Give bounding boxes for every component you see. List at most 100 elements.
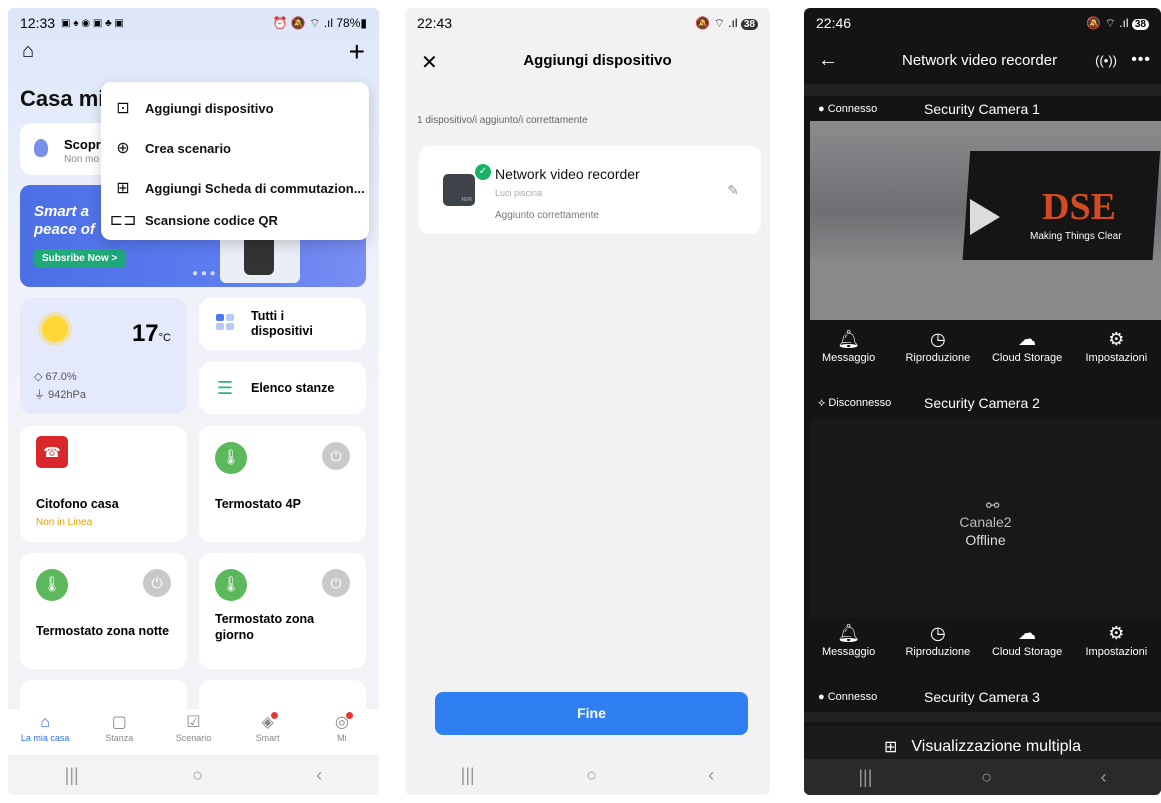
weather-card[interactable]: 17°C ◇ 67.0% ⏚ 942hPa bbox=[20, 298, 187, 414]
signal-icon[interactable]: ((•)) bbox=[1095, 53, 1117, 68]
bell-icon: 🔔︎ bbox=[837, 623, 861, 643]
tab-me[interactable]: ◎ Mi bbox=[312, 712, 372, 743]
recent-apps-button[interactable]: ||| bbox=[461, 765, 475, 786]
playback-button[interactable]: ◷ Riproduzione bbox=[895, 326, 980, 380]
home-button[interactable]: ○ bbox=[586, 765, 597, 786]
recent-apps-button[interactable]: ||| bbox=[65, 765, 79, 786]
camera-header-2: ⟡ Disconnesso Security Camera 2 bbox=[804, 390, 1161, 416]
more-icon[interactable]: ••• bbox=[1131, 51, 1151, 69]
camera-feed-1[interactable]: DSE Making Things Clear bbox=[810, 121, 1161, 320]
device-card-thermostat-day[interactable]: 🌡 ⏻ Termostato zona giorno bbox=[199, 553, 366, 669]
menu-label: Aggiungi Scheda di commutazion... bbox=[145, 180, 365, 196]
feed-tagline: Making Things Clear bbox=[1030, 231, 1122, 242]
broken-link-icon: ⚯ bbox=[986, 498, 1000, 515]
home-button[interactable]: ○ bbox=[981, 767, 992, 788]
phone-add-device-screen: 22:43 🔕 ⌔ .ıl 38 ✕ Aggiungi dispositivo … bbox=[405, 8, 770, 795]
added-count-text: 1 dispositivo/i aggiunto/i correttamente bbox=[417, 115, 588, 126]
profile-icon: ◎ bbox=[335, 712, 353, 733]
home-icon: ⌂ bbox=[40, 714, 50, 731]
playback-icon: ◷ bbox=[930, 329, 946, 349]
home-icon[interactable]: ⌂ bbox=[22, 40, 34, 63]
messages-button[interactable]: 🔔︎ Messaggio bbox=[806, 326, 891, 380]
status-time: 22:43 bbox=[417, 15, 453, 31]
thermostat-icon: 🌡 bbox=[215, 442, 247, 474]
back-button[interactable]: ‹ bbox=[316, 765, 322, 786]
tab-smart[interactable]: ◈ Smart bbox=[238, 712, 298, 743]
camera-status: ● Connesso bbox=[818, 691, 878, 703]
cloud-storage-button[interactable]: ☁︎ Cloud Storage bbox=[985, 326, 1070, 380]
settings-button[interactable]: ⚙ Impostazioni bbox=[1074, 620, 1159, 674]
camera-header-3: ● Connesso Security Camera 3 bbox=[804, 684, 1161, 710]
menu-add-device[interactable]: ⊡ Aggiungi dispositivo bbox=[101, 88, 369, 128]
add-switch-icon: ⊞ bbox=[116, 180, 130, 197]
camera-status: ⟡ Disconnesso bbox=[818, 396, 892, 409]
rooms-list-card[interactable]: ☰ Elenco stanze bbox=[199, 362, 366, 414]
page-title: Aggiungi dispositivo bbox=[523, 52, 672, 69]
play-icon[interactable] bbox=[970, 199, 1000, 235]
nvr-device-icon: NVR bbox=[443, 174, 475, 206]
tab-room[interactable]: ▢ Stanza bbox=[89, 713, 149, 743]
menu-label: Aggiungi dispositivo bbox=[145, 100, 274, 116]
multi-view-label: Visualizzazione multipla bbox=[911, 738, 1081, 755]
playback-icon: ◷ bbox=[930, 623, 946, 643]
camera-actions-2: 🔔︎ Messaggio ◷ Riproduzione ☁︎ Cloud Storag… bbox=[804, 620, 1161, 674]
messages-button[interactable]: 🔔︎ Messaggio bbox=[806, 620, 891, 674]
done-button[interactable]: Fine bbox=[435, 692, 748, 735]
subscribe-button[interactable]: Subsribe Now > bbox=[34, 249, 126, 268]
temperature: 17°C bbox=[131, 320, 171, 347]
feed-desk bbox=[810, 260, 1161, 320]
discover-title: Scopr bbox=[64, 137, 101, 152]
status-bar: 12:33 ▣ ♠ ◉ ▣ ♣ ▣ ⏰ 🔕 ⌔ .ıl 78%▮ bbox=[8, 8, 379, 38]
camera-actions-1: 🔔︎ Messaggio ◷ Riproduzione ☁︎ Cloud Storag… bbox=[804, 326, 1161, 380]
thermostat-icon: 🌡 bbox=[215, 569, 247, 601]
tab-scenario[interactable]: ☑ Scenario bbox=[163, 713, 223, 743]
divider bbox=[804, 84, 1161, 96]
power-icon[interactable]: ⏻ bbox=[322, 442, 350, 470]
device-added-status: Aggiunto correttamente bbox=[495, 210, 599, 221]
back-button[interactable]: ‹ bbox=[708, 765, 714, 786]
home-title[interactable]: Casa mi bbox=[20, 86, 104, 112]
camera-feed-2[interactable]: ⚯ Canale2 Offline bbox=[810, 418, 1161, 618]
menu-label: Scansione codice QR bbox=[145, 212, 278, 228]
back-button[interactable]: ‹ bbox=[1101, 767, 1107, 788]
device-name: Network video recorder bbox=[495, 166, 640, 182]
phone-home-screen: 12:33 ▣ ♠ ◉ ▣ ♣ ▣ ⏰ 🔕 ⌔ .ıl 78%▮ ⌂ + Cas… bbox=[8, 8, 379, 795]
device-card-thermostat-4p[interactable]: 🌡 ⏻ Termostato 4P bbox=[199, 426, 366, 542]
cloud-storage-button[interactable]: ☁︎ Cloud Storage bbox=[985, 620, 1070, 674]
recent-apps-button[interactable]: ||| bbox=[858, 767, 872, 788]
power-icon[interactable]: ⏻ bbox=[143, 569, 171, 597]
device-card-intercom[interactable]: ☎ Citofono casa Non in Linea bbox=[20, 426, 187, 542]
power-icon[interactable]: ⏻ bbox=[322, 569, 350, 597]
grid-view-icon: ⊞ bbox=[884, 739, 898, 756]
status-bar: 22:43 🔕 ⌔ .ıl 38 bbox=[405, 8, 770, 38]
device-room: Luci piscina bbox=[495, 188, 543, 198]
edit-icon[interactable]: ✎ bbox=[727, 182, 739, 199]
intercom-icon: ☎ bbox=[36, 436, 68, 468]
device-card-thermostat-night[interactable]: 🌡 ⏻ Termostato zona notte bbox=[20, 553, 187, 669]
scenario-icon: ☑ bbox=[186, 714, 201, 731]
status-right: 🔕 ⌔ .ıl 38 bbox=[1086, 16, 1149, 31]
playback-button[interactable]: ◷ Riproduzione bbox=[895, 620, 980, 674]
offline-label: Offline bbox=[965, 532, 1006, 548]
status-icons: ▣ ♠ ◉ ▣ ♣ ▣ bbox=[61, 17, 124, 29]
phone-nvr-screen: 22:46 🔕 ⌔ .ıl 38 ← Network video recorde… bbox=[804, 8, 1161, 795]
sun-icon bbox=[42, 316, 68, 342]
menu-scan-qr[interactable]: ⊏⊐ Scansione codice QR bbox=[101, 198, 369, 242]
divider bbox=[804, 712, 1161, 722]
add-icon[interactable]: + bbox=[349, 36, 365, 68]
settings-button[interactable]: ⚙ Impostazioni bbox=[1074, 326, 1159, 380]
nvr-header: ← Network video recorder ((•)) ••• bbox=[804, 42, 1161, 78]
system-nav-bar: ||| ○ ‹ bbox=[8, 755, 379, 795]
camera-name: Security Camera 1 bbox=[924, 101, 1040, 117]
home-button[interactable]: ○ bbox=[192, 765, 203, 786]
grid-icon bbox=[216, 313, 234, 330]
menu-create-scene[interactable]: ⊕ Crea scenario bbox=[101, 128, 369, 168]
system-nav-bar: ||| ○ ‹ bbox=[804, 759, 1161, 795]
all-devices-card[interactable]: Tutti i dispositivi bbox=[199, 298, 366, 350]
added-device-card[interactable]: NVR ✓ Network video recorder Luci piscin… bbox=[419, 146, 761, 234]
tab-home[interactable]: ⌂ La mia casa bbox=[15, 713, 75, 743]
status-right: 🔕 ⌔ .ıl 38 bbox=[695, 16, 758, 31]
feed-brand: DSE bbox=[1042, 186, 1116, 228]
back-arrow-icon[interactable]: ← bbox=[818, 49, 838, 72]
bulb-icon bbox=[34, 139, 48, 157]
